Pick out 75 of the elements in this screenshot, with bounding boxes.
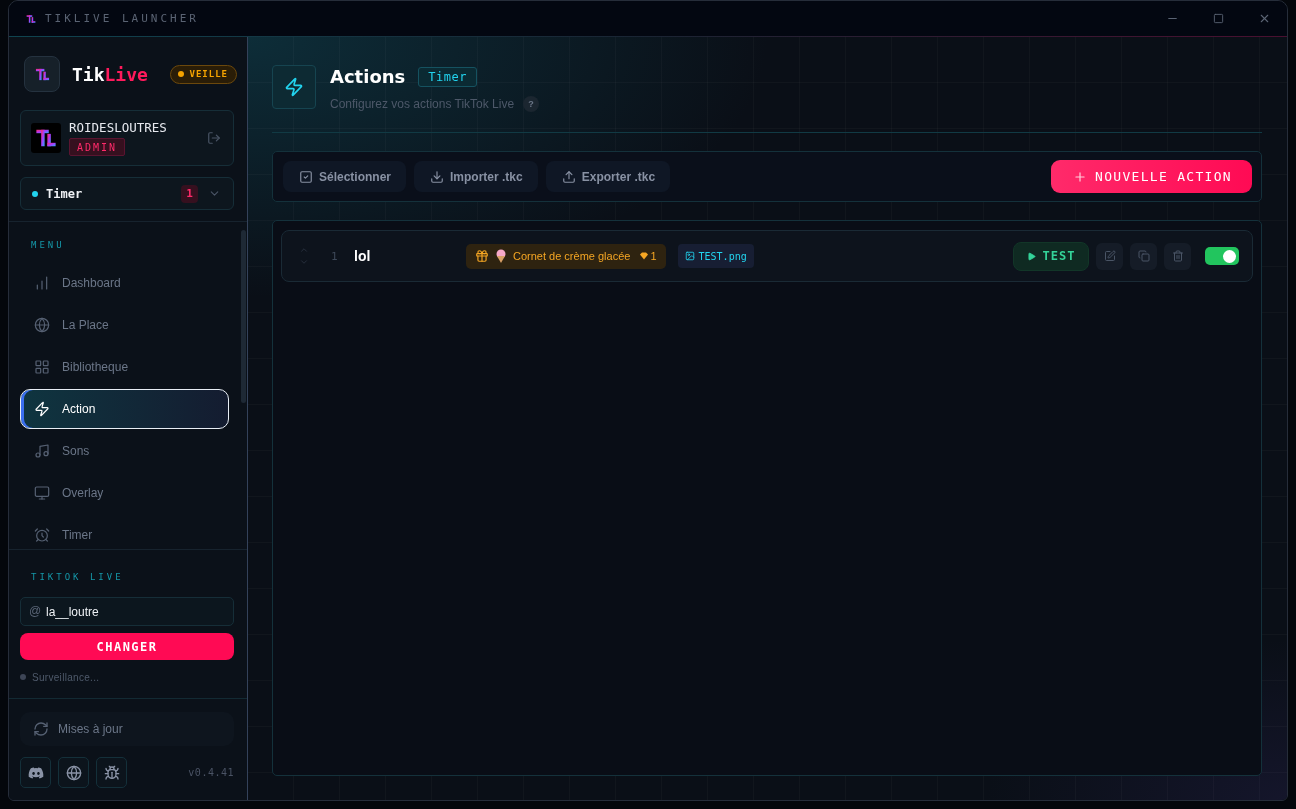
- discord-icon: [27, 764, 44, 781]
- ice-cream-icon: [495, 249, 507, 263]
- page-title: Actions: [330, 66, 406, 88]
- gift-name: Cornet de crème glacée: [513, 250, 631, 262]
- action-name: lol: [354, 248, 371, 264]
- toolbar-button[interactable]: Sélectionner: [283, 161, 407, 192]
- checkbox-icon: [299, 169, 313, 184]
- download-icon: [430, 169, 445, 184]
- menu-item[interactable]: Action: [20, 389, 229, 429]
- music-note-icon: [34, 443, 50, 459]
- scrollbar-thumb[interactable]: [241, 230, 246, 403]
- test-button[interactable]: TEST: [1013, 241, 1089, 271]
- role-badge: ADMIN: [69, 138, 126, 156]
- bar-chart-icon: [34, 275, 50, 291]
- gift-cost: 1: [650, 250, 657, 262]
- alarm-clock-icon: [34, 527, 50, 543]
- lightning-icon: [34, 401, 50, 417]
- brand-name: TikLive: [72, 63, 148, 85]
- dot-icon: [32, 190, 38, 197]
- maximize-icon: [1212, 13, 1224, 24]
- image-icon: [684, 251, 695, 261]
- logout-icon[interactable]: [207, 131, 221, 145]
- media-name: TEST.png: [698, 250, 747, 262]
- new-action-button[interactable]: NOUVELLE ACTION: [1051, 160, 1252, 193]
- menu-item[interactable]: Overlay: [20, 473, 229, 513]
- menu-item[interactable]: Dashboard: [20, 263, 229, 303]
- help-button[interactable]: ?: [523, 96, 540, 112]
- gift-icon: [475, 249, 489, 263]
- user-name: ROIDESLOUTRES: [69, 120, 167, 135]
- toggle-switch[interactable]: [1205, 247, 1239, 265]
- section-label: MENU: [31, 239, 65, 252]
- edit-icon: [1103, 250, 1116, 262]
- menu-item[interactable]: Sons: [20, 431, 229, 471]
- play-icon: [1026, 251, 1036, 261]
- plus-icon: [1073, 169, 1088, 184]
- window-title: TIKLIVE LAUNCHER: [45, 12, 199, 25]
- logo-icon: [24, 56, 60, 92]
- globe-icon: [65, 764, 82, 781]
- website-button[interactable]: [58, 757, 89, 788]
- section-label: TIKTOK LIVE: [31, 571, 124, 584]
- menu-item[interactable]: Timer: [20, 515, 229, 549]
- bug-report-button[interactable]: [96, 757, 127, 788]
- grid-icon: [34, 359, 50, 375]
- edit-button[interactable]: [1096, 242, 1123, 270]
- profile-badge: Timer: [418, 67, 477, 87]
- status-label: VEILLE: [189, 69, 228, 79]
- change-button[interactable]: CHANGER: [20, 633, 234, 660]
- globe-icon: [34, 317, 50, 333]
- dot-icon: [178, 71, 185, 77]
- count-badge: 1: [181, 184, 198, 203]
- version-label: v0.4.41: [188, 767, 234, 778]
- upload-icon: [561, 169, 576, 184]
- row-number: 1: [331, 249, 338, 263]
- updates-button[interactable]: Mises à jour: [20, 712, 234, 746]
- at-prefix: @: [29, 604, 42, 619]
- trash-icon: [1171, 250, 1184, 262]
- discord-button[interactable]: [20, 757, 51, 788]
- refresh-icon: [33, 721, 49, 737]
- toolbar-button[interactable]: Exporter .tkc: [545, 161, 671, 192]
- diamond-icon: [640, 252, 649, 260]
- monitor-icon: [34, 485, 50, 501]
- logo-icon: [26, 13, 36, 24]
- move-down-button[interactable]: [298, 258, 310, 266]
- menu-item[interactable]: Bibliotheque: [20, 347, 229, 387]
- lightning-icon: [272, 65, 316, 109]
- copy-icon: [1137, 250, 1150, 262]
- bug-icon: [103, 764, 120, 781]
- menu-item[interactable]: La Place: [20, 305, 229, 345]
- status-text: Surveillance...: [32, 671, 100, 683]
- delete-button[interactable]: [1164, 242, 1191, 270]
- toolbar-button[interactable]: Importer .tkc: [414, 161, 538, 192]
- profile-select[interactable]: Timer 1: [20, 177, 234, 210]
- duplicate-button[interactable]: [1130, 242, 1157, 270]
- page-subtitle: Configurez vos actions TikTok Live: [330, 97, 515, 111]
- avatar-logo: [31, 123, 61, 153]
